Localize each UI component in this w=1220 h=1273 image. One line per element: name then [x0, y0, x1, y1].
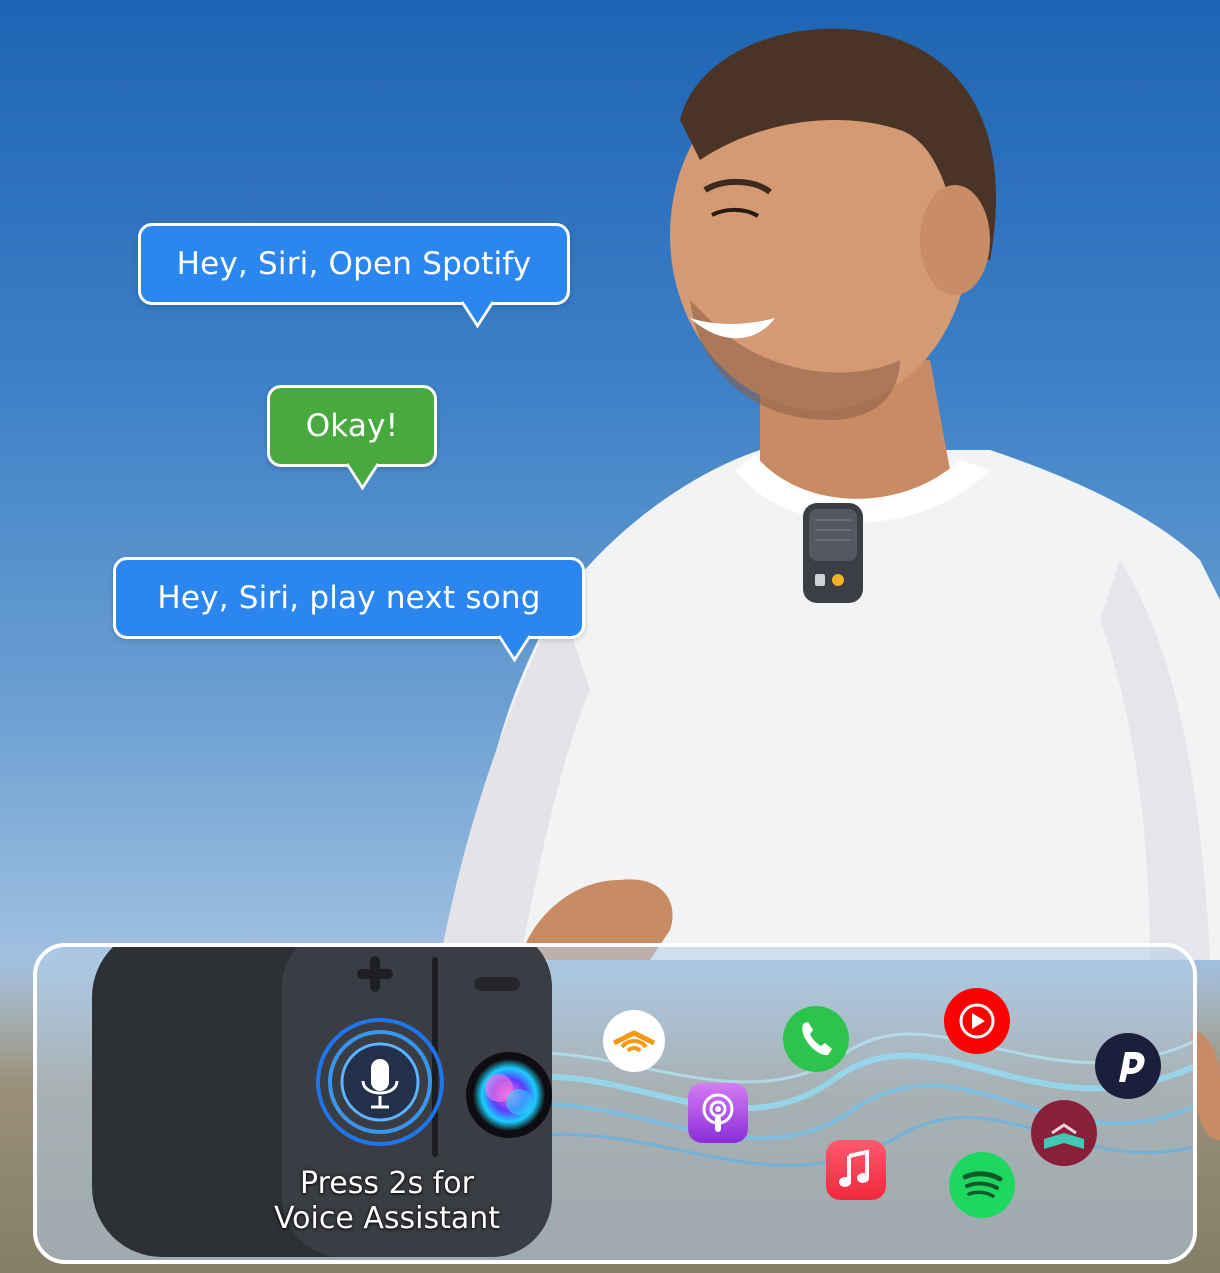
siri-icon	[466, 1052, 552, 1138]
bubble-text: Okay!	[305, 408, 399, 444]
panel-artwork	[92, 947, 1193, 1257]
bubble-text: Hey, Siri, play next song	[157, 580, 541, 616]
spotify-icon	[949, 1152, 1015, 1218]
phone-icon	[783, 1006, 849, 1072]
libby-icon	[1031, 1100, 1097, 1166]
speech-bubble-okay: Okay!	[267, 385, 437, 491]
pandora-icon	[1095, 1033, 1161, 1099]
youtube-music-icon	[944, 988, 1010, 1054]
caption-line-1: Press 2s for	[300, 1166, 474, 1201]
audible-icon	[603, 1010, 665, 1072]
podcasts-icon	[688, 1083, 748, 1143]
voice-assistant-caption: Press 2s for Voice Assistant	[237, 1166, 537, 1236]
apple-music-icon	[826, 1140, 886, 1200]
speech-bubble-open-spotify: Hey, Siri, Open Spotify	[138, 223, 570, 329]
photo-background: Hey, Siri, Open Spotify Okay! Hey, Siri,…	[0, 0, 1220, 1273]
voice-assistant-panel: Press 2s for Voice Assistant	[33, 943, 1197, 1264]
speech-bubble-next-song: Hey, Siri, play next song	[113, 557, 585, 663]
bubble-text: Hey, Siri, Open Spotify	[176, 246, 532, 282]
caption-line-2: Voice Assistant	[273, 1201, 501, 1236]
clip-mic-device	[803, 503, 863, 603]
